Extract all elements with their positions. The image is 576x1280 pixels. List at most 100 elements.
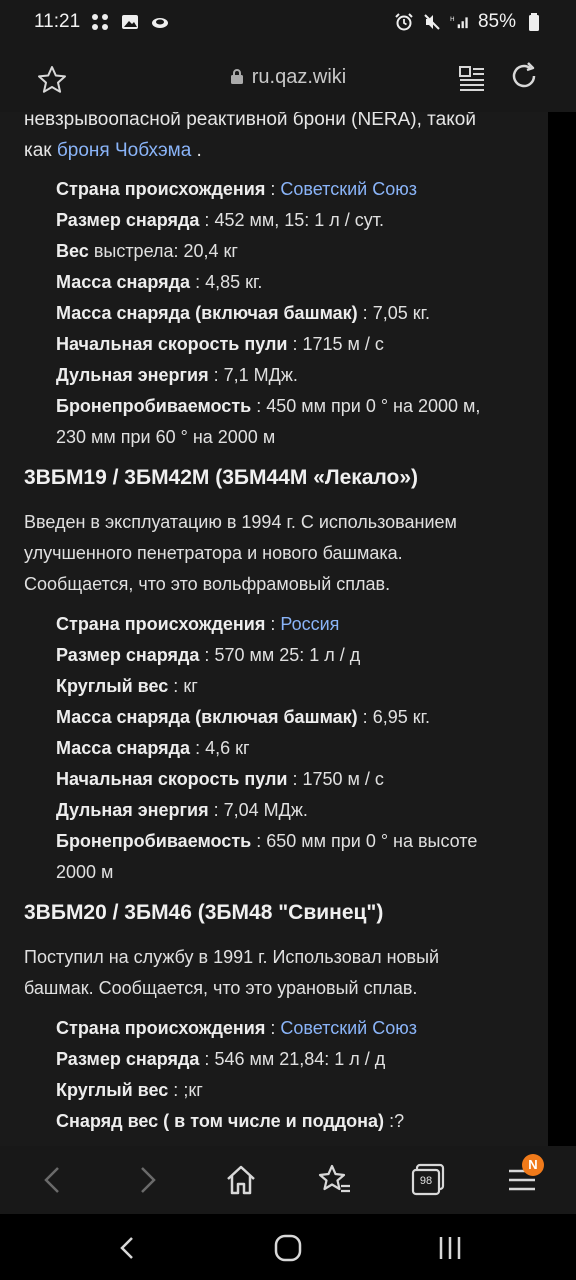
lock-icon — [230, 69, 243, 84]
spec-label: Вес — [56, 241, 89, 261]
spec-separator: : — [208, 800, 224, 820]
paragraph-line: Сообщается, что это вольфрамовый сплав. — [24, 574, 391, 594]
spec-item: Бронепробиваемость : 450 мм при 0 ° на 2… — [56, 391, 526, 453]
spec-value: 452 мм, 15: 1 л / сут. — [214, 210, 385, 230]
spec-item: Начальная скорость пули : 1750 м / с — [56, 764, 526, 795]
spec-value: 4,85 кг. — [205, 272, 263, 292]
paragraph-line: улучшенного пенетратора и нового башмака… — [24, 543, 403, 563]
paragraph-line: башмак. Сообщается, что это урановый спл… — [24, 978, 418, 998]
spec-separator: : — [190, 272, 206, 292]
spec-label: Размер снаряда — [56, 1049, 200, 1069]
status-bar: 11:21 H 85% — [0, 0, 576, 44]
intro-prefix: как — [24, 140, 57, 161]
reader-mode-icon[interactable] — [458, 64, 486, 92]
spec-item: Масса снаряда (включая башмак) : 6,95 кг… — [56, 702, 526, 733]
spec-separator: : — [265, 179, 281, 199]
tabs-count: 98 — [419, 1175, 433, 1187]
country-link[interactable]: Россия — [280, 614, 339, 634]
section-heading-3vbm19: 3ВБМ19 / 3БМ42М (3БМ44М «Лекало») — [24, 466, 419, 489]
spec-value: 450 мм при 0 ° на 2000 м, — [266, 396, 481, 416]
spec-label: Размер снаряда — [56, 645, 200, 665]
spec-separator: : — [208, 365, 224, 385]
spec-value: 546 мм 21,84: 1 л / д — [214, 1049, 386, 1069]
spec-item: Масса снаряда (включая башмак) : 7,05 кг… — [56, 298, 526, 329]
reload-icon[interactable] — [508, 60, 540, 92]
spec-separator: : — [357, 303, 373, 323]
spec-label: Масса снаряда — [56, 272, 191, 292]
spec-item: Страна происхождения : Советский Союз — [56, 174, 526, 205]
browser-bottom-bar: 98 N — [0, 1146, 576, 1214]
nav-recents-icon[interactable] — [434, 1232, 466, 1264]
signal-icon: H — [450, 16, 468, 29]
country-link[interactable]: Советский Союз — [280, 179, 417, 199]
spec-separator: : — [265, 1018, 281, 1038]
spec-item: Круглый вес : кг — [56, 671, 526, 702]
spec-label: Масса снаряда (включая башмак) — [56, 303, 358, 323]
spec-separator: : — [168, 1080, 184, 1100]
spec-separator: : — [168, 676, 184, 696]
spec-value: 7,05 кг. — [372, 303, 430, 323]
spec-separator: : — [287, 769, 303, 789]
spec-value: ? — [394, 1111, 405, 1131]
chobham-armor-link[interactable]: броня Чобхэма — [57, 140, 191, 161]
image-icon — [122, 15, 139, 29]
spec-value: ;кг — [183, 1080, 203, 1100]
spec-item: Дульная энергия : 7,04 МДж. — [56, 795, 526, 826]
system-navigation-bar — [0, 1214, 576, 1280]
spec-list-3: Страна происхождения : Советский Союз Раз… — [56, 1013, 526, 1137]
spec-value: 6,95 кг. — [372, 707, 430, 727]
spec-separator: : — [251, 396, 267, 416]
battery-percent: 85% — [477, 11, 516, 32]
browser-toolbar: ru.qaz.wiki — [0, 44, 576, 112]
home-icon[interactable] — [223, 1162, 259, 1198]
spec-label: Размер снаряда — [56, 210, 200, 230]
paragraph-line: Поступил на службу в 1991 г. Использовал… — [24, 947, 440, 967]
spec-label: Страна происхождения — [56, 179, 266, 199]
bookmarks-icon[interactable] — [317, 1162, 353, 1198]
address-bar[interactable]: ru.qaz.wiki — [0, 66, 576, 89]
grid-icon — [92, 14, 109, 30]
scroll-gutter — [548, 112, 576, 1146]
spec-separator: : — [357, 707, 373, 727]
spec-item: Масса снаряда : 4,85 кг. — [56, 267, 526, 298]
spec-value: 1715 м / с — [302, 334, 384, 354]
spec-value-continued: 230 мм при 60 ° на 2000 м — [56, 427, 276, 447]
spec-value: 1750 м / с — [302, 769, 384, 789]
menu-notification-badge: N — [522, 1154, 544, 1176]
section-heading-3vbm20: 3ВБМ20 / 3БМ46 (3БМ48 "Свинец") — [24, 901, 384, 924]
spec-item: Страна происхождения : Россия — [56, 609, 526, 640]
svg-text:H: H — [450, 16, 455, 23]
country-link[interactable]: Советский Союз — [280, 1018, 417, 1038]
section-paragraph-3vbm20: Поступил на службу в 1991 г. Использовал… — [24, 942, 524, 1004]
spec-item: Бронепробиваемость : 650 мм при 0 ° на в… — [56, 826, 526, 888]
forward-arrow-icon[interactable] — [128, 1162, 164, 1198]
spec-label: Дульная энергия — [56, 365, 209, 385]
paragraph-line: Введен в эксплуатацию в 1994 г. С исполь… — [24, 512, 457, 532]
back-arrow-icon[interactable] — [36, 1162, 72, 1198]
spec-value: выстрела: 20,4 кг — [93, 241, 238, 261]
spec-item: Размер снаряда : 452 мм, 15: 1 л / сут. — [56, 205, 526, 236]
spec-value: 7,1 МДж. — [223, 365, 298, 385]
nav-back-icon[interactable] — [112, 1232, 144, 1264]
spec-label: Страна происхождения — [56, 614, 266, 634]
spec-separator: : — [199, 210, 215, 230]
spec-item: Страна происхождения : Советский Союз — [56, 1013, 526, 1044]
intro-line: невзрывоопасной реактивной брони (NERA),… — [24, 112, 476, 130]
intro-suffix: . — [191, 140, 202, 161]
spec-item: Снаряд вес ( в том числе и поддона) :? — [56, 1106, 526, 1137]
url-text: ru.qaz.wiki — [251, 66, 347, 88]
spec-item: Размер снаряда : 546 мм 21,84: 1 л / д — [56, 1044, 526, 1075]
spec-separator: : — [287, 334, 303, 354]
spec-separator: : — [251, 831, 267, 851]
spec-item: Вес выстрела: 20,4 кг — [56, 236, 526, 267]
spec-item: Круглый вес : ;кг — [56, 1075, 526, 1106]
article-content[interactable]: невзрывоопасной реактивной брони (NERA),… — [0, 112, 548, 1146]
spec-value: 570 мм 25: 1 л / д — [214, 645, 361, 665]
spec-label: Бронепробиваемость — [56, 831, 252, 851]
spec-value: 7,04 МДж. — [223, 800, 308, 820]
section-paragraph-3vbm19: Введен в эксплуатацию в 1994 г. С исполь… — [24, 507, 524, 600]
battery-icon — [529, 13, 539, 31]
tabs-button[interactable]: 98 — [410, 1162, 446, 1198]
nav-home-icon[interactable] — [272, 1232, 304, 1264]
mute-icon — [424, 14, 440, 30]
